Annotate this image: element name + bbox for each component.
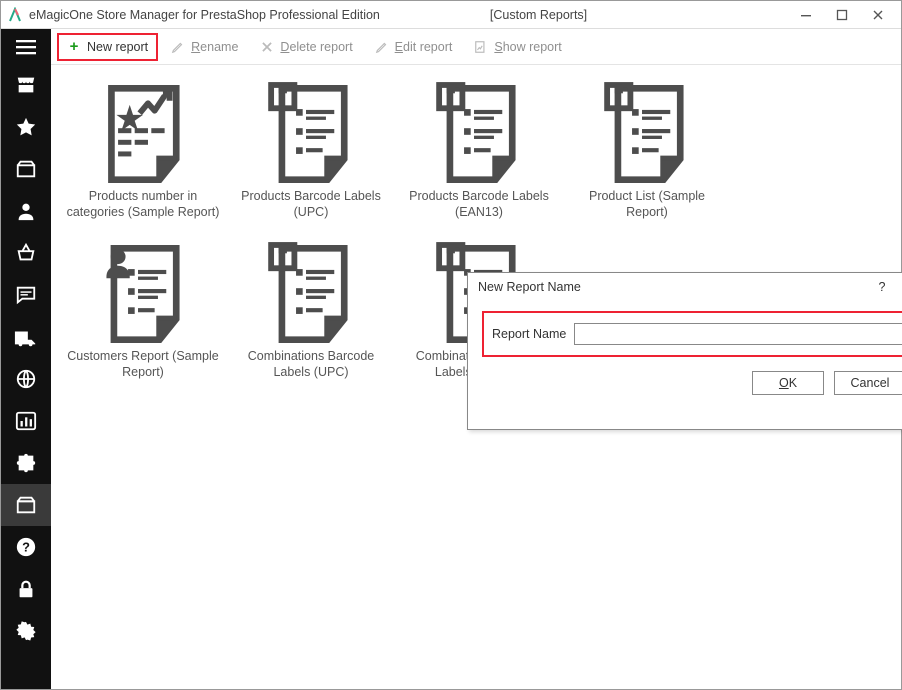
report-label: Products number in categories (Sample Re… — [59, 189, 227, 220]
x-icon — [260, 40, 274, 54]
window-minimize-button[interactable] — [789, 4, 823, 26]
report-thumb-icon — [592, 79, 702, 189]
report-label: Product List (Sample Report) — [563, 189, 731, 220]
dialog-cancel-button[interactable]: Cancel — [834, 371, 902, 395]
report-item[interactable]: Product List (Sample Report) — [563, 79, 731, 239]
report-item[interactable]: Products number in categories (Sample Re… — [59, 79, 227, 239]
sidebar-item-globe[interactable] — [1, 358, 51, 400]
dialog-titlebar: New Report Name ? — [468, 273, 902, 301]
sidebar-item-basket[interactable] — [1, 232, 51, 274]
dialog-title: New Report Name — [478, 280, 868, 294]
sidebar-menu-toggle[interactable] — [1, 29, 51, 64]
sidebar-item-shipping[interactable] — [1, 316, 51, 358]
report-thumb-icon — [424, 79, 534, 189]
svg-text:?: ? — [22, 540, 30, 555]
report-label: Products Barcode Labels (UPC) — [227, 189, 395, 220]
sidebar-item-star[interactable] — [1, 106, 51, 148]
plus-icon: + — [67, 40, 81, 54]
report-name-label: Report Name — [492, 327, 566, 341]
report-item[interactable]: Combinations Barcode Labels (UPC) — [227, 239, 395, 399]
new-report-label: New report — [87, 40, 148, 54]
sidebar-item-reports[interactable] — [1, 484, 51, 526]
window-titlebar: eMagicOne Store Manager for PrestaShop P… — [1, 1, 901, 29]
rename-button[interactable]: Rename — [162, 33, 247, 61]
new-report-dialog: New Report Name ? Report Name OK Cancel — [467, 272, 902, 430]
sidebar-item-open-box[interactable] — [1, 148, 51, 190]
sidebar-item-help[interactable]: ? — [1, 526, 51, 568]
window-close-button[interactable] — [861, 4, 895, 26]
report-name-field-row: Report Name — [482, 311, 902, 357]
sidebar-item-store[interactable] — [1, 64, 51, 106]
delete-report-button[interactable]: Delete report — [251, 33, 361, 61]
sidebar-item-settings[interactable] — [1, 610, 51, 652]
report-thumb-icon — [256, 239, 366, 349]
report-item[interactable]: Products Barcode Labels (EAN13) — [395, 79, 563, 239]
pencil-icon — [375, 40, 389, 54]
new-report-button[interactable]: + New report — [57, 33, 158, 61]
window-maximize-button[interactable] — [825, 4, 859, 26]
pencil-icon — [171, 40, 185, 54]
sidebar-item-user[interactable] — [1, 190, 51, 232]
app-icon — [7, 7, 23, 23]
window-title: eMagicOne Store Manager for PrestaShop P… — [29, 8, 380, 22]
sidebar-item-stats[interactable] — [1, 400, 51, 442]
report-label: Combinations Barcode Labels (UPC) — [227, 349, 395, 380]
report-label: Customers Report (Sample Report) — [59, 349, 227, 380]
toolbar: + New report Rename Delete report Edit — [51, 29, 901, 65]
dialog-help-button[interactable]: ? — [868, 280, 896, 294]
report-item[interactable]: Customers Report (Sample Report) — [59, 239, 227, 399]
edit-report-button[interactable]: Edit report — [366, 33, 462, 61]
report-thumb-icon — [88, 239, 198, 349]
report-name-input[interactable] — [574, 323, 902, 345]
report-thumb-icon — [256, 79, 366, 189]
chart-doc-icon — [474, 40, 488, 54]
sidebar-item-puzzle[interactable] — [1, 442, 51, 484]
cancel-label: Cancel — [851, 376, 890, 390]
dialog-ok-button[interactable]: OK — [752, 371, 824, 395]
ok-label-rest: K — [789, 376, 797, 390]
ok-label-ul: O — [779, 376, 789, 390]
report-thumb-icon — [88, 79, 198, 189]
sidebar-item-lock[interactable] — [1, 568, 51, 610]
report-label: Products Barcode Labels (EAN13) — [395, 189, 563, 220]
sidebar: ? — [1, 29, 51, 689]
dialog-close-button[interactable] — [896, 280, 902, 295]
delete-report-label: Delete report — [280, 40, 352, 54]
report-item[interactable]: Products Barcode Labels (UPC) — [227, 79, 395, 239]
sidebar-item-chat[interactable] — [1, 274, 51, 316]
show-report-button[interactable]: Show report — [465, 33, 570, 61]
edit-report-label: Edit report — [395, 40, 453, 54]
show-report-label: Show report — [494, 40, 561, 54]
window-context: [Custom Reports] — [490, 8, 587, 22]
rename-label: Rename — [191, 40, 238, 54]
